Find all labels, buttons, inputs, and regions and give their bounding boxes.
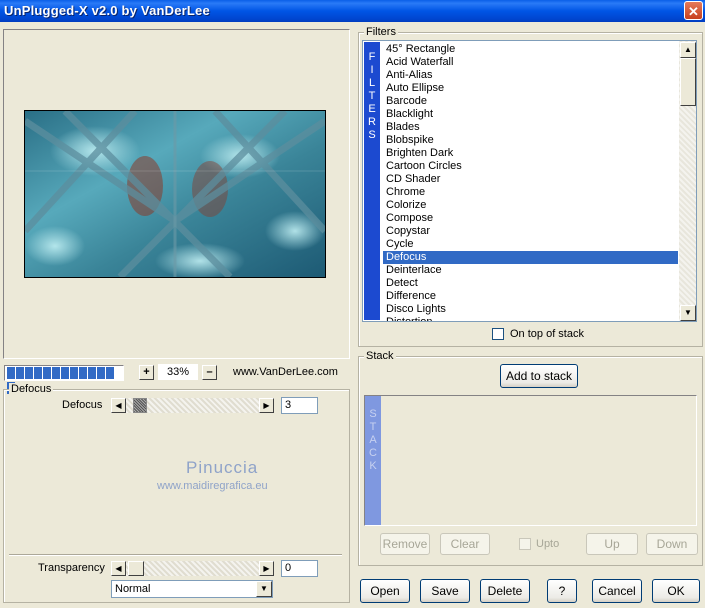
delete-button[interactable]: Delete	[480, 579, 530, 603]
transparency-value-field[interactable]: 0	[281, 560, 318, 577]
filter-list-item[interactable]: Blacklight	[383, 108, 678, 121]
progress-segment	[7, 367, 15, 379]
up-button[interactable]: Up	[586, 533, 638, 555]
transparency-decrease-button[interactable]: ◀	[111, 561, 126, 576]
progress-segment	[61, 367, 69, 379]
ok-button[interactable]: OK	[652, 579, 700, 603]
on-top-label: On top of stack	[510, 328, 584, 340]
transparency-increase-button[interactable]: ▶	[259, 561, 274, 576]
parameters-divider	[9, 554, 342, 556]
help-button[interactable]: ?	[547, 579, 577, 603]
down-button[interactable]: Down	[646, 533, 698, 555]
filter-list-item[interactable]: Copystar	[383, 225, 678, 238]
filter-list-item[interactable]: Chrome	[383, 186, 678, 199]
progress-segment	[52, 367, 60, 379]
filter-list-item[interactable]: 45° Rectangle	[383, 43, 678, 56]
filter-list-item[interactable]: Cartoon Circles	[383, 160, 678, 173]
stack-group-label: Stack	[364, 350, 396, 362]
progress-segment	[70, 367, 78, 379]
add-to-stack-button[interactable]: Add to stack	[500, 364, 578, 388]
scroll-down-button[interactable]: ▼	[680, 305, 696, 321]
filter-list-item[interactable]: Barcode	[383, 95, 678, 108]
filter-list-item[interactable]: Anti-Alias	[383, 69, 678, 82]
blend-mode-select[interactable]: Normal ▼	[111, 580, 273, 598]
filter-list-item[interactable]: Colorize	[383, 199, 678, 212]
preview-image[interactable]	[24, 110, 326, 278]
defocus-increase-button[interactable]: ▶	[259, 398, 274, 413]
cancel-button[interactable]: Cancel	[592, 579, 642, 603]
defocus-slider-track[interactable]	[126, 398, 259, 413]
filter-list-item[interactable]: Detect	[383, 277, 678, 290]
progress-segment	[97, 367, 105, 379]
transparency-label: Transparency	[38, 562, 105, 574]
scroll-up-button[interactable]: ▲	[680, 42, 696, 58]
remove-button[interactable]: Remove	[380, 533, 430, 555]
clear-button[interactable]: Clear	[440, 533, 490, 555]
close-button[interactable]: ✕	[684, 1, 703, 20]
defocus-slider-thumb[interactable]	[133, 398, 147, 413]
blend-mode-value: Normal	[115, 583, 151, 595]
filter-list-item[interactable]: Defocus	[383, 251, 678, 264]
progress-segment	[106, 367, 114, 379]
watermark-name: Pinuccia	[186, 458, 259, 477]
transparency-slider-thumb[interactable]	[128, 561, 144, 576]
progress-segment	[16, 367, 24, 379]
progress-segment	[25, 367, 33, 379]
open-button[interactable]: Open	[360, 579, 410, 603]
filter-list[interactable]: FILTERS 45° Rectangle Acid Waterfall Anti-…	[362, 40, 697, 322]
parameters-group-label: Defocus	[9, 383, 54, 395]
filter-list-item[interactable]: Distortion	[383, 316, 678, 321]
window-title: UnPlugged-X v2.0 by VanDerLee	[4, 3, 210, 18]
filter-list-item[interactable]: Cycle	[383, 238, 678, 251]
preview-artwork	[25, 111, 325, 277]
save-button[interactable]: Save	[420, 579, 470, 603]
progress-segment	[34, 367, 42, 379]
transparency-slider-track[interactable]	[126, 561, 259, 576]
on-top-checkbox[interactable]	[492, 328, 504, 340]
filter-list-item[interactable]: Blades	[383, 121, 678, 134]
scroll-thumb[interactable]	[680, 58, 696, 106]
zoom-value: 33%	[158, 364, 198, 380]
zoom-in-button[interactable]: +	[139, 365, 154, 380]
defocus-value-field[interactable]: 3	[281, 397, 318, 414]
progress-bar	[4, 365, 124, 394]
filter-list-item[interactable]: Auto Ellipse	[383, 82, 678, 95]
chevron-down-icon[interactable]: ▼	[256, 581, 272, 597]
filter-list-item[interactable]: Deinterlace	[383, 264, 678, 277]
filter-list-item[interactable]: Acid Waterfall	[383, 56, 678, 69]
filters-group-label: Filters	[364, 26, 398, 38]
filter-list-item[interactable]: CD Shader	[383, 173, 678, 186]
website-link[interactable]: www.VanDerLee.com	[233, 366, 338, 378]
filter-list-item[interactable]: Difference	[383, 290, 678, 303]
filter-list-item[interactable]: Brighten Dark	[383, 147, 678, 160]
stack-list[interactable]: STACK	[364, 395, 697, 526]
progress-segment	[43, 367, 51, 379]
progress-segment	[79, 367, 87, 379]
watermark-url: www.maidiregrafica.eu	[157, 480, 268, 492]
filter-list-item[interactable]: Compose	[383, 212, 678, 225]
filters-side-label: FILTERS	[368, 51, 376, 141]
defocus-label: Defocus	[62, 399, 103, 411]
filter-list-item[interactable]: Disco Lights	[383, 303, 678, 316]
defocus-decrease-button[interactable]: ◀	[111, 398, 126, 413]
stack-side-label: STACK	[369, 408, 377, 472]
zoom-out-button[interactable]: –	[202, 365, 217, 380]
upto-checkbox[interactable]	[519, 538, 531, 550]
filter-list-item[interactable]: Blobspike	[383, 134, 678, 147]
upto-label: Upto	[536, 538, 560, 550]
progress-segment	[88, 367, 96, 379]
